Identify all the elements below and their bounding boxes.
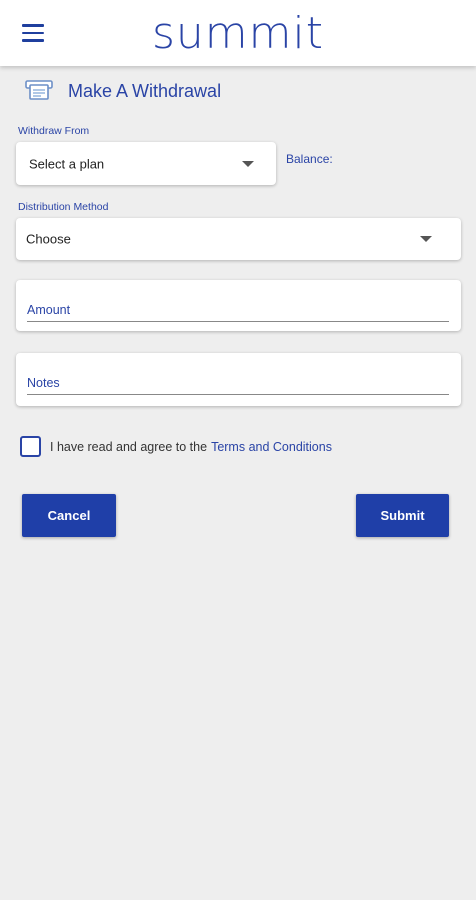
cancel-button[interactable]: Cancel bbox=[22, 494, 116, 537]
distribution-method-select[interactable]: Choose bbox=[16, 218, 461, 260]
amount-field[interactable]: Amount bbox=[16, 280, 461, 331]
notes-underline bbox=[27, 394, 449, 395]
app-bar: summit bbox=[0, 0, 476, 66]
amount-placeholder: Amount bbox=[27, 303, 71, 317]
withdraw-from-label: Withdraw From bbox=[18, 125, 90, 137]
agree-checkbox[interactable] bbox=[20, 436, 41, 457]
submit-button[interactable]: Submit bbox=[356, 494, 449, 537]
amount-underline bbox=[27, 321, 449, 322]
page-title: Make A Withdrawal bbox=[68, 80, 222, 101]
withdraw-from-select[interactable]: Select a plan bbox=[16, 142, 276, 185]
notes-field[interactable]: Notes bbox=[16, 353, 461, 406]
terms-link[interactable]: Terms and Conditions bbox=[211, 440, 332, 454]
withdrawal-icon bbox=[25, 80, 53, 100]
app-logo: summit bbox=[151, 8, 324, 59]
page-header: Make A Withdrawal bbox=[24, 76, 221, 106]
distribution-method-label: Distribution Method bbox=[18, 201, 109, 213]
chevron-down-icon bbox=[242, 160, 254, 167]
terms-agreement: I have read and agree to the Terms and C… bbox=[20, 436, 332, 457]
distribution-method-value: Choose bbox=[26, 231, 71, 247]
withdraw-from-value: Select a plan bbox=[29, 156, 105, 171]
chevron-down-icon bbox=[420, 236, 432, 242]
agree-text: I have read and agree to the bbox=[50, 439, 208, 454]
notes-placeholder: Notes bbox=[27, 376, 60, 390]
balance-label: Balance: bbox=[286, 152, 333, 166]
